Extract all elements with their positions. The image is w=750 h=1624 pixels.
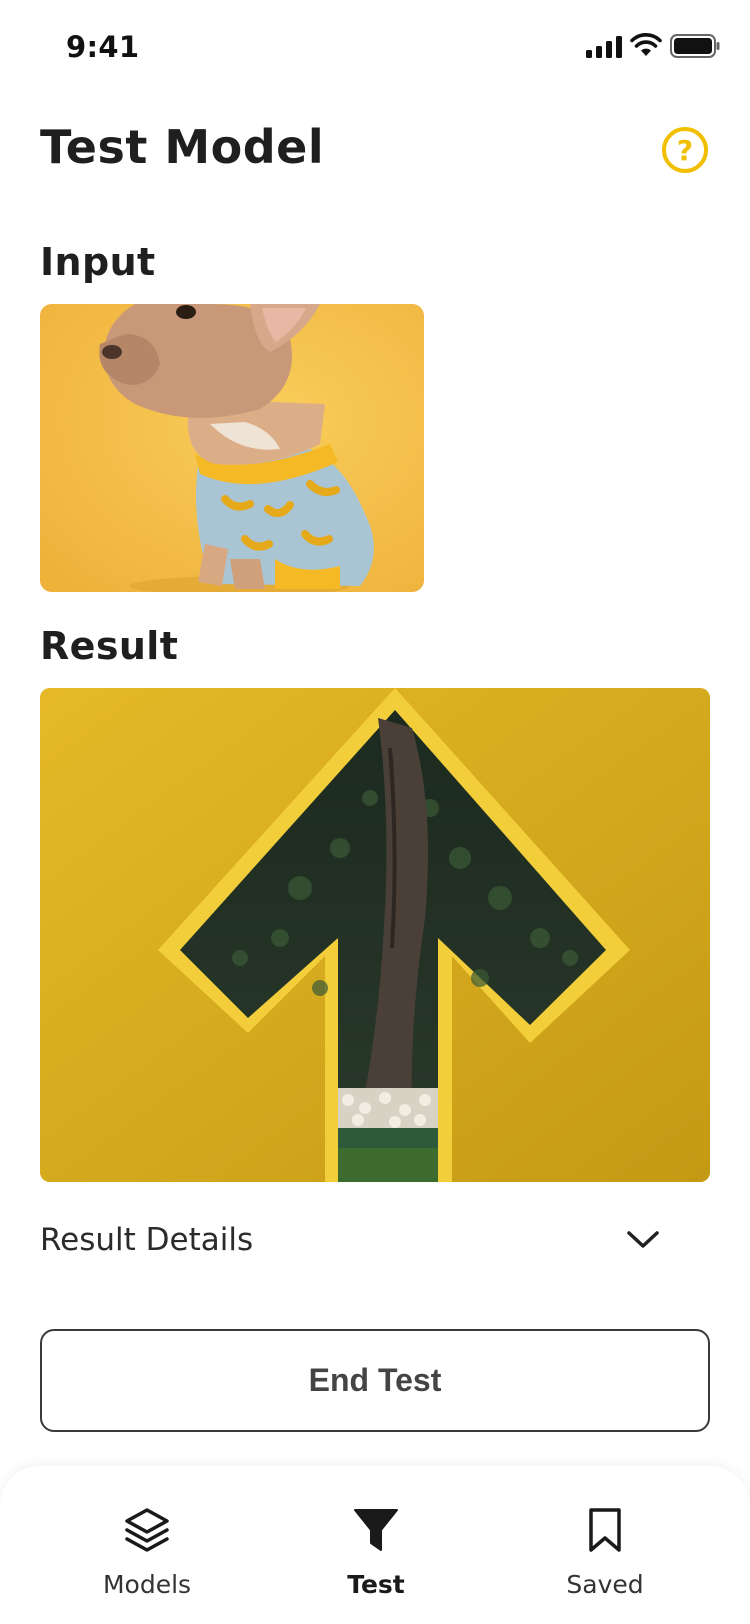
result-details-toggle[interactable]: Result Details: [40, 1212, 660, 1268]
status-bar: 9:41: [0, 0, 750, 96]
tab-test[interactable]: Test: [296, 1506, 456, 1599]
puppy-photo: [40, 304, 424, 592]
result-section-label: Result: [40, 624, 179, 668]
tab-saved-label: Saved: [566, 1570, 644, 1599]
filter-icon: [354, 1509, 398, 1551]
tab-test-label: Test: [347, 1570, 405, 1599]
bottom-tab-bar: Models Test Saved: [0, 1466, 750, 1624]
battery-icon: [670, 34, 720, 58]
wifi-icon: [630, 33, 662, 56]
help-button[interactable]: ?: [662, 127, 708, 173]
question-circle-icon: ?: [676, 133, 694, 167]
result-details-label: Result Details: [40, 1222, 254, 1258]
tab-models[interactable]: Models: [67, 1506, 227, 1599]
page-title: Test Model: [40, 120, 325, 174]
tab-saved[interactable]: Saved: [525, 1506, 685, 1599]
input-image: [40, 304, 424, 592]
cellular-signal-icon: [586, 36, 622, 58]
arrow-wall-photo: [40, 688, 710, 1182]
tab-models-label: Models: [102, 1570, 192, 1599]
input-section-label: Input: [40, 240, 156, 284]
end-test-button[interactable]: End Test: [40, 1329, 710, 1432]
bookmark-icon: [589, 1508, 621, 1552]
result-image: [40, 688, 710, 1182]
chevron-down-icon: [627, 1231, 659, 1248]
status-time: 9:41: [66, 30, 140, 64]
layers-icon: [125, 1508, 169, 1552]
